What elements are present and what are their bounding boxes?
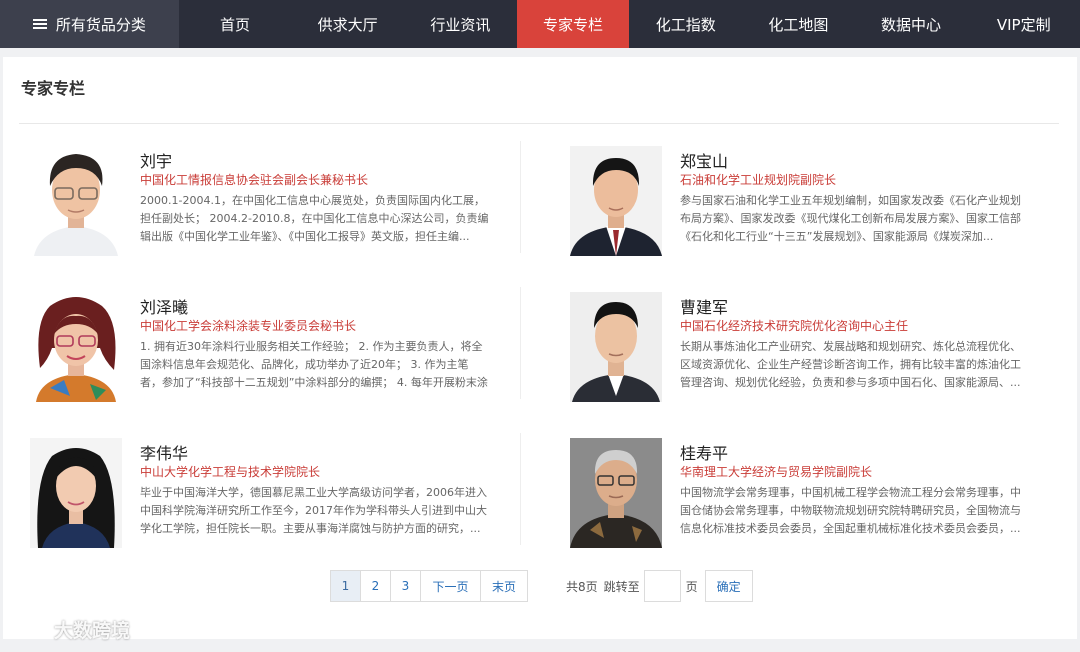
nav-all-categories[interactable]: 所有货品分类: [0, 0, 179, 48]
nav-item-expert-column[interactable]: 专家专栏: [516, 0, 630, 48]
expert-title: 中国石化经济技术研究院优化咨询中心主任: [680, 319, 909, 333]
total-pages-label: 共8页: [566, 579, 598, 594]
expert-photo[interactable]: [570, 146, 662, 256]
expert-title: 中国化工情报信息协会驻会副会长兼秘书长: [140, 173, 369, 187]
expert-title: 中山大学化学工程与技术学院院长: [140, 465, 321, 479]
next-page-button[interactable]: 下一页: [420, 570, 481, 602]
watermark-text: 大数跨境: [54, 620, 131, 642]
expert-description: 长期从事炼油化工产业研究、发展战略和规划研究、炼化总流程优化、区域资源优化、企业…: [680, 340, 1021, 389]
pagination: 1 2 3 下一页 末页 共8页 跳转至 页 确定: [330, 570, 753, 602]
expert-photo[interactable]: [570, 292, 662, 402]
nav-item-home[interactable]: 首页: [179, 0, 292, 48]
expert-photo[interactable]: [30, 438, 122, 548]
expert-photo[interactable]: [30, 292, 122, 402]
nav-item-industry-news[interactable]: 行业资讯: [404, 0, 517, 48]
expert-description: 2000.1-2004.1，在中国化工信息中心展览处，负责国际国内化工展，担任副…: [140, 194, 489, 243]
expert-name[interactable]: 李伟华: [140, 440, 188, 464]
page-button-1[interactable]: 1: [330, 570, 361, 602]
nav-item-chemical-map[interactable]: 化工地图: [742, 0, 855, 48]
watermark: 大数跨境: [8, 616, 130, 643]
expert-panel: 专家专栏 刘宇 中国化工情报信息协会驻会副会长兼秘书长 2000.1-2004.…: [3, 57, 1077, 639]
expert-name[interactable]: 刘泽曦: [140, 294, 188, 318]
nav-all-categories-label: 所有货品分类: [55, 15, 146, 34]
page-button-3[interactable]: 3: [390, 570, 421, 602]
nav-item-vip-custom[interactable]: VIP定制: [967, 0, 1080, 48]
expert-title: 石油和化学工业规划院副院长: [680, 173, 837, 187]
expert-photo[interactable]: [30, 146, 122, 256]
expert-description: 中国物流学会常务理事，中国机械工程学会物流工程分会常务理事，中国仓储协会常务理事…: [680, 486, 1021, 535]
jump-page-input[interactable]: [643, 570, 681, 602]
top-nav: 所有货品分类 首页 供求大厅 行业资讯 专家专栏 化工指数 化工地图 数据中心 …: [0, 0, 1080, 48]
nav-item-data-center[interactable]: 数据中心: [855, 0, 968, 48]
expert-card[interactable]: 李伟华 中山大学化学工程与技术学院院长 毕业于中国海洋大学，德国慕尼黑工业大学高…: [30, 438, 530, 550]
expert-name[interactable]: 曹建军: [680, 294, 728, 318]
title-divider: [19, 123, 1059, 124]
watermark-logo-icon: [10, 620, 49, 638]
confirm-jump-button[interactable]: 确定: [704, 570, 753, 602]
expert-name[interactable]: 郑宝山: [680, 148, 728, 172]
expert-name[interactable]: 桂寿平: [680, 440, 728, 464]
jump-to-label: 跳转至: [603, 579, 640, 594]
expert-description: 1. 拥有近30年涂料行业服务相关工作经验； 2. 作为主要负责人，将全国涂料信…: [140, 340, 488, 389]
last-page-button[interactable]: 末页: [480, 570, 528, 602]
page-unit-label: 页: [685, 579, 698, 594]
list-icon: [32, 18, 47, 30]
expert-card[interactable]: 郑宝山 石油和化学工业规划院副院长 参与国家石油和化学工业五年规划编制，如国家发…: [570, 146, 1070, 258]
expert-card[interactable]: 桂寿平 华南理工大学经济与贸易学院副院长 中国物流学会常务理事，中国机械工程学会…: [570, 438, 1070, 550]
expert-description: 参与国家石油和化学工业五年规划编制，如国家发改委《石化产业规划布局方案》、国家发…: [680, 194, 1021, 243]
expert-title: 华南理工大学经济与贸易学院副院长: [680, 465, 873, 479]
expert-title: 中国化工学会涂料涂装专业委员会秘书长: [140, 319, 357, 333]
nav-item-supply-demand[interactable]: 供求大厅: [291, 0, 404, 48]
nav-item-chemical-index[interactable]: 化工指数: [629, 0, 742, 48]
expert-card[interactable]: 刘泽曦 中国化工学会涂料涂装专业委员会秘书长 1. 拥有近30年涂料行业服务相关…: [30, 292, 530, 404]
page-title: 专家专栏: [21, 79, 86, 98]
expert-card[interactable]: 曹建军 中国石化经济技术研究院优化咨询中心主任 长期从事炼油化工产业研究、发展战…: [570, 292, 1070, 404]
page-button-2[interactable]: 2: [360, 570, 391, 602]
expert-name[interactable]: 刘宇: [140, 148, 172, 172]
expert-card[interactable]: 刘宇 中国化工情报信息协会驻会副会长兼秘书长 2000.1-2004.1，在中国…: [30, 146, 530, 258]
expert-photo[interactable]: [570, 438, 662, 548]
expert-description: 毕业于中国海洋大学，德国慕尼黑工业大学高级访问学者，2006年进入中国科学院海洋…: [140, 486, 487, 535]
